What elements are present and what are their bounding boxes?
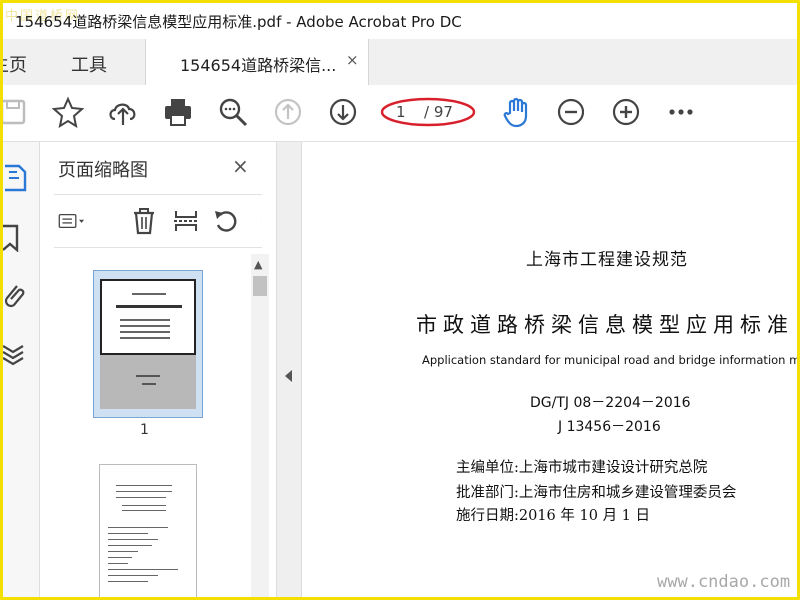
total-pages: / 97 <box>424 103 453 121</box>
panel-collapse-bar[interactable] <box>277 142 302 597</box>
doc-title: 市政道路桥梁信息模型应用标准 <box>416 313 794 337</box>
page-thumbnail-1[interactable] <box>93 270 203 418</box>
doc-approver: 批准部门:上海市住房和城乡建设管理委员会 <box>456 485 737 501</box>
rotate-more-icon[interactable] <box>250 207 262 235</box>
toolbar: 1 / 97 <box>3 85 797 142</box>
page-number-input[interactable]: 1 / 97 <box>380 97 476 127</box>
scrollbar-thumb[interactable] <box>253 276 267 296</box>
window-title: 154654道路桥梁信息模型应用标准.pdf - Adobe Acrobat P… <box>15 13 462 31</box>
zoom-search-icon[interactable] <box>216 95 250 129</box>
delete-icon[interactable] <box>130 207 158 235</box>
page-down-icon[interactable] <box>326 95 360 129</box>
tab-tools[interactable]: 工具 <box>71 51 107 77</box>
zoom-in-icon[interactable] <box>609 95 643 129</box>
star-icon[interactable] <box>51 95 85 129</box>
rotate-icon[interactable] <box>212 207 240 235</box>
tab-bar: 主页 工具 154654道路桥梁信... × <box>3 39 797 86</box>
current-page[interactable]: 1 <box>396 103 406 121</box>
panel-title: 页面缩略图 <box>58 160 148 181</box>
doc-heading: 上海市工程建设规范 <box>526 250 688 270</box>
tab-document-label: 154654道路桥梁信... <box>180 56 337 75</box>
tab-document[interactable]: 154654道路桥梁信... × <box>145 39 369 85</box>
thumbnails-panel: 页面缩略图 × 1 ▲ <box>40 142 277 597</box>
tab-close-icon[interactable]: × <box>346 51 359 69</box>
panel-close-icon[interactable]: × <box>232 154 249 178</box>
title-bar: 中国道桥网 154654道路桥梁信息模型应用标准.pdf - Adobe Acr… <box>3 3 797 39</box>
page-thumbnails-icon[interactable] <box>3 162 33 192</box>
document-page: 上海市工程建设规范 市政道路桥梁信息模型应用标准 Application sta… <box>302 142 800 597</box>
thumbnail-page-image <box>100 279 196 409</box>
thumbnail-page-label: 1 <box>140 422 149 438</box>
bookmark-icon[interactable] <box>3 222 33 253</box>
doc-editor: 主编单位:上海市城市建设设计研究总院 <box>456 460 708 476</box>
more-icon[interactable] <box>664 95 698 129</box>
panel-toolbar <box>54 194 262 248</box>
attachment-icon[interactable] <box>3 280 33 310</box>
doc-code-2: J 13456－2016 <box>558 419 661 435</box>
screenshot-frame: 中国道桥网 154654道路桥梁信息模型应用标准.pdf - Adobe Acr… <box>0 0 800 600</box>
panel-scrollbar[interactable]: ▲ <box>251 254 269 597</box>
doc-english-title: Application standard for municipal road … <box>422 353 800 367</box>
scroll-up-icon[interactable]: ▲ <box>254 258 262 271</box>
watermark-bottom: www.cndao.com <box>657 572 791 592</box>
insert-page-icon[interactable] <box>172 207 200 235</box>
hand-icon[interactable] <box>500 95 534 129</box>
page-up-icon[interactable] <box>271 95 305 129</box>
collapse-arrow-icon[interactable] <box>285 370 292 382</box>
tab-home[interactable]: 主页 <box>3 51 27 77</box>
print-icon[interactable] <box>161 95 195 129</box>
options-menu-icon[interactable] <box>58 207 102 235</box>
upload-icon[interactable] <box>106 95 140 129</box>
doc-effective-date: 施行日期:2016 年 10 月 1 日 <box>456 508 651 524</box>
layers-icon[interactable] <box>3 338 33 368</box>
page-thumbnail-2[interactable] <box>99 464 197 597</box>
zoom-out-icon[interactable] <box>554 95 588 129</box>
doc-code-1: DG/TJ 08－2204－2016 <box>530 395 691 411</box>
left-rail <box>3 142 40 597</box>
save-icon[interactable] <box>3 95 31 129</box>
